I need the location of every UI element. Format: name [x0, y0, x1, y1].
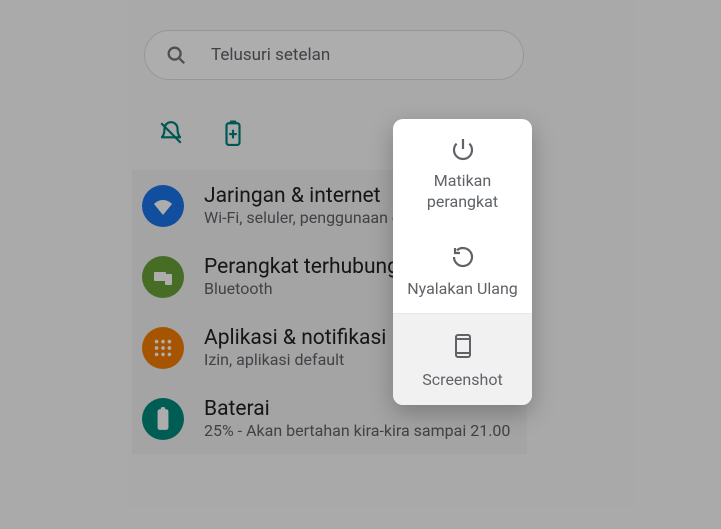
power-icon	[451, 137, 475, 161]
power-off-button[interactable]: Matikan perangkat	[393, 119, 532, 227]
modal-scrim[interactable]	[0, 0, 721, 529]
power-menu: Matikan perangkat Nyalakan Ulang Screens…	[393, 119, 532, 405]
power-off-label: Matikan perangkat	[401, 171, 524, 213]
restart-icon	[451, 245, 475, 269]
restart-label: Nyalakan Ulang	[407, 279, 518, 300]
screenshot-icon	[452, 332, 474, 360]
screenshot-button[interactable]: Screenshot	[393, 313, 532, 405]
restart-button[interactable]: Nyalakan Ulang	[393, 227, 532, 314]
screenshot-label: Screenshot	[422, 370, 502, 391]
